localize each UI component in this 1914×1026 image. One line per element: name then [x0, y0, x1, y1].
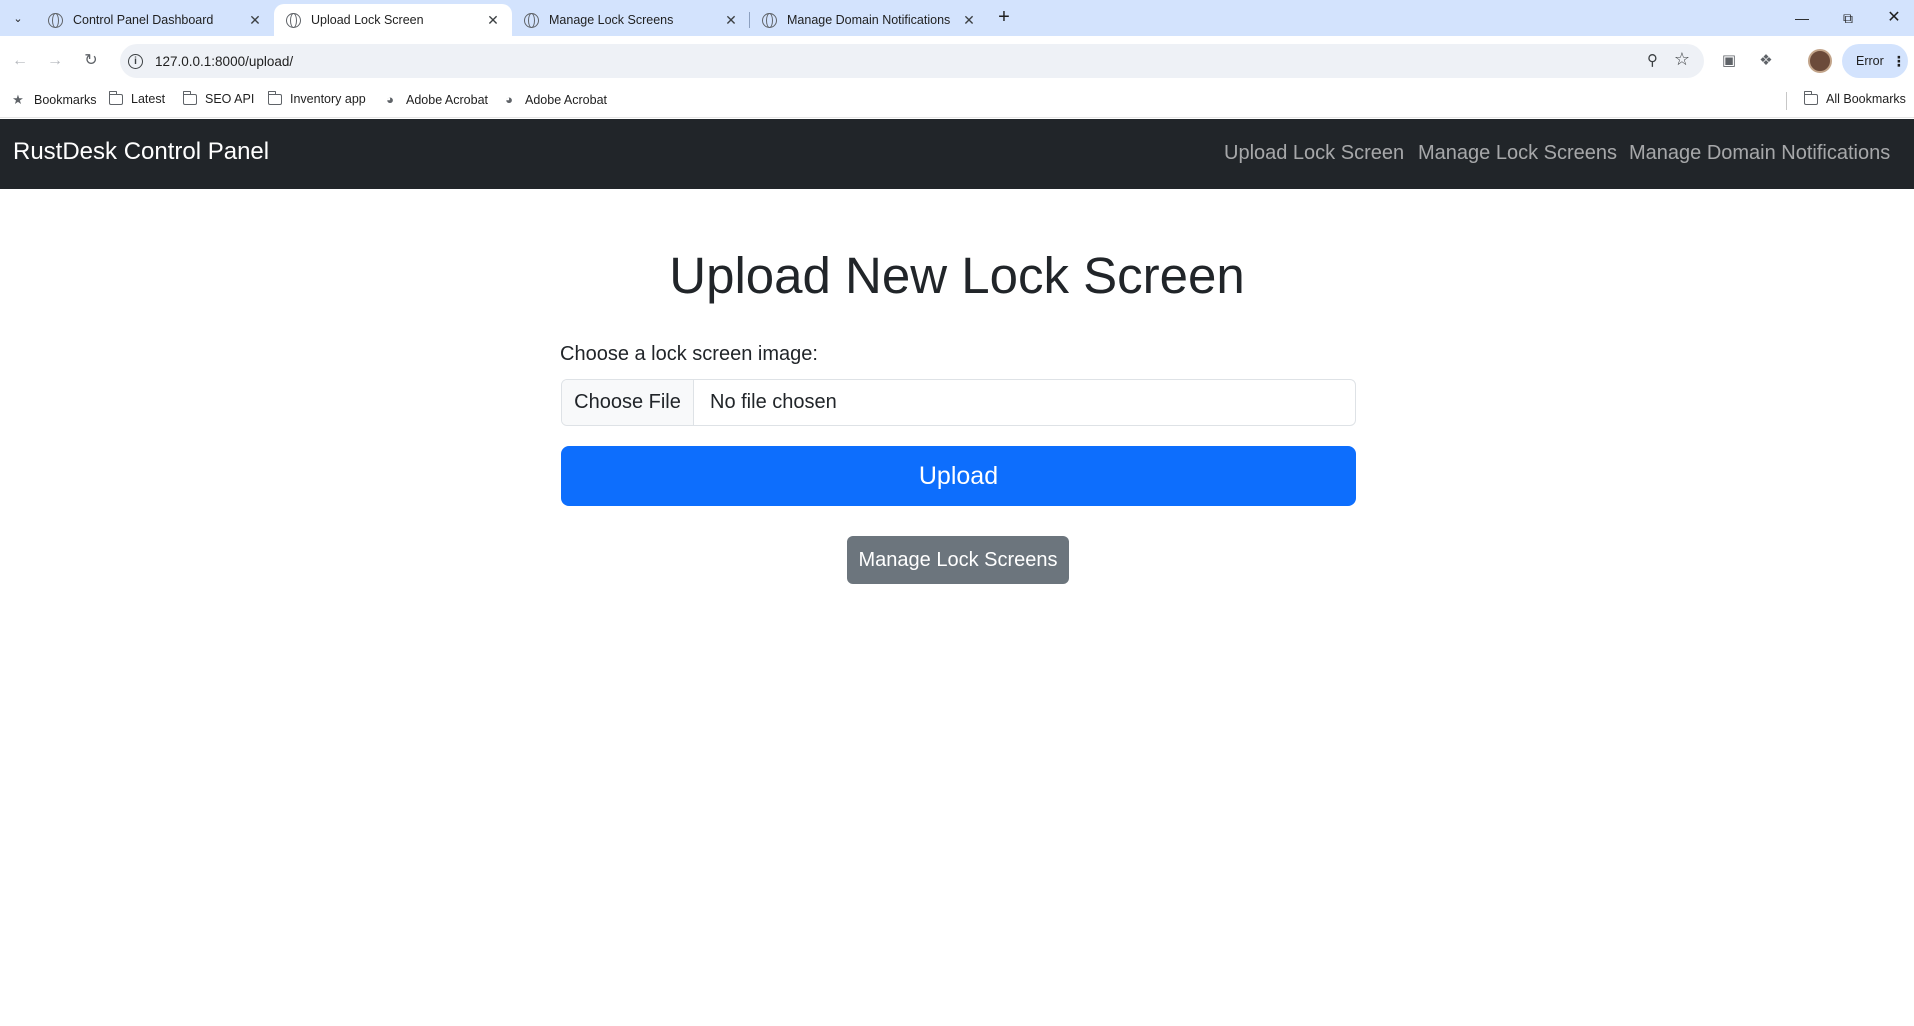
profile-avatar[interactable]: [1808, 49, 1832, 73]
bookmark-item-bookmarks[interactable]: ★ Bookmarks: [10, 92, 97, 108]
folder-icon: [182, 90, 197, 105]
new-tab-button[interactable]: +: [992, 7, 1016, 28]
bookmark-label: Adobe Acrobat: [406, 92, 489, 107]
file-status-text: No file chosen: [710, 391, 837, 413]
upload-button[interactable]: Upload: [561, 446, 1356, 506]
bookmarks-bar: ★ Bookmarks Latest SEO API Inventory app…: [0, 84, 1914, 118]
globe-icon: ◕: [386, 92, 394, 107]
nav-link-manage-lock-screens[interactable]: Manage Lock Screens: [1418, 142, 1617, 165]
bookmarks-divider: [1786, 92, 1787, 110]
browser-tab-manage-lock-screens[interactable]: Manage Lock Screens ✕: [512, 4, 750, 36]
forward-arrow-icon[interactable]: →: [44, 50, 66, 72]
extensions-puzzle-icon[interactable]: ❖: [1755, 50, 1777, 72]
close-tab-icon[interactable]: ✕: [484, 11, 502, 29]
globe-icon: [524, 12, 539, 28]
tab-search-chevron-icon[interactable]: ⌄: [8, 8, 28, 28]
file-input[interactable]: Choose File No file chosen: [561, 379, 1356, 426]
folder-icon: [108, 90, 123, 105]
profile-error-label: Error: [1856, 54, 1884, 68]
app-navbar: RustDesk Control Panel Upload Lock Scree…: [0, 119, 1914, 189]
globe-icon: [762, 12, 777, 28]
bookmark-item-inventory-app[interactable]: Inventory app: [267, 90, 366, 106]
folder-icon: [1803, 90, 1818, 105]
bookmark-label: Adobe Acrobat: [525, 92, 608, 107]
globe-icon: [48, 12, 63, 28]
minimize-window-icon[interactable]: —: [1779, 6, 1825, 30]
tab-title: Manage Domain Notifications: [787, 13, 951, 27]
bookmark-star-icon[interactable]: ☆: [1674, 49, 1690, 70]
zoom-icon[interactable]: ⚲: [1647, 51, 1658, 69]
manage-lock-screens-button[interactable]: Manage Lock Screens: [847, 536, 1069, 584]
star-icon: ★: [12, 92, 24, 107]
back-arrow-icon[interactable]: ←: [9, 50, 31, 72]
choose-file-button[interactable]: Choose File: [562, 380, 694, 425]
navbar-brand[interactable]: RustDesk Control Panel: [13, 138, 269, 166]
bookmark-item-seo-api[interactable]: SEO API: [182, 90, 255, 106]
all-bookmarks-item[interactable]: All Bookmarks: [1803, 90, 1906, 106]
browser-tab-control-panel-dashboard[interactable]: Control Panel Dashboard ✕: [36, 4, 274, 36]
nav-link-upload-lock-screen[interactable]: Upload Lock Screen: [1224, 142, 1404, 165]
all-bookmarks-label: All Bookmarks: [1826, 92, 1906, 106]
page-title: Upload New Lock Screen: [669, 247, 1245, 304]
close-tab-icon[interactable]: ✕: [722, 11, 740, 29]
globe-icon: [286, 12, 301, 28]
bookmark-item-adobe-acrobat-2[interactable]: ◕ Adobe Acrobat: [501, 92, 607, 107]
close-tab-icon[interactable]: ✕: [960, 11, 978, 29]
reload-icon[interactable]: ↻: [80, 50, 102, 72]
url-text[interactable]: 127.0.0.1:8000/upload/: [155, 54, 293, 69]
profile-error-button[interactable]: Error ⋮: [1842, 44, 1908, 78]
address-bar[interactable]: i 127.0.0.1:8000/upload/ ⚲ ☆: [120, 44, 1704, 78]
close-window-icon[interactable]: ✕: [1871, 6, 1914, 30]
folder-icon: [267, 90, 282, 105]
globe-icon: ◕: [505, 92, 513, 107]
restore-window-icon[interactable]: ⧉: [1825, 6, 1871, 30]
file-field-label: Choose a lock screen image:: [560, 343, 818, 365]
bookmark-label: Latest: [131, 92, 166, 106]
bookmark-item-adobe-acrobat[interactable]: ◕ Adobe Acrobat: [382, 92, 488, 107]
browser-tab-upload-lock-screen[interactable]: Upload Lock Screen ✕: [274, 4, 512, 36]
bookmark-item-latest[interactable]: Latest: [108, 90, 166, 106]
site-info-icon[interactable]: i: [128, 53, 143, 69]
bookmark-label: Inventory app: [290, 92, 366, 106]
tab-title: Manage Lock Screens: [549, 13, 674, 27]
tab-title: Upload Lock Screen: [311, 13, 424, 27]
nav-link-manage-domain-notifications[interactable]: Manage Domain Notifications: [1629, 142, 1890, 165]
browser-toolbar: ← → ↻ i 127.0.0.1:8000/upload/ ⚲ ☆ ▣ ❖ E…: [0, 36, 1914, 84]
bookmark-label: Bookmarks: [34, 93, 97, 107]
bookmark-label: SEO API: [205, 92, 255, 106]
browser-tab-manage-domain-notifications[interactable]: Manage Domain Notifications ✕: [750, 4, 988, 36]
close-tab-icon[interactable]: ✕: [246, 11, 264, 29]
tab-title: Control Panel Dashboard: [73, 13, 214, 27]
browser-tab-strip: ⌄ Control Panel Dashboard ✕ Upload Lock …: [0, 0, 1914, 36]
extension-badge-icon[interactable]: ▣: [1718, 50, 1740, 72]
kebab-menu-icon[interactable]: ⋮: [1892, 53, 1906, 70]
